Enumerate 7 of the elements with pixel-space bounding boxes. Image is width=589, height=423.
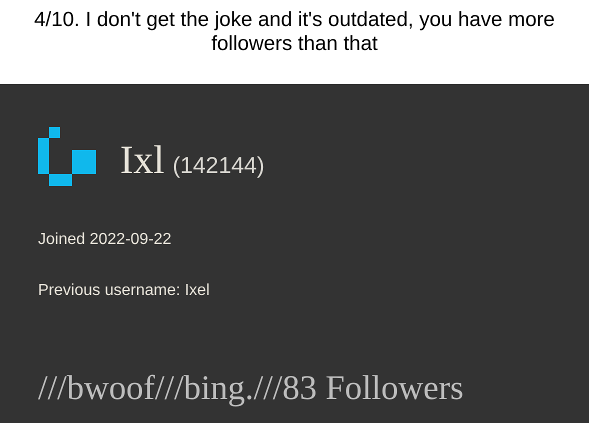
- username: Ixl: [120, 140, 164, 180]
- logo-icon: [38, 127, 96, 186]
- user-id: (142144): [172, 150, 265, 180]
- caption-text: 4/10. I don't get the joke and it's outdated, you have more followers than that: [33, 8, 556, 56]
- previous-username: Previous username: Ixel: [38, 281, 211, 301]
- status-text: ///bwoof///bing.///83 Followers: [38, 371, 465, 406]
- joined-date: Joined 2022-09-22: [38, 230, 172, 250]
